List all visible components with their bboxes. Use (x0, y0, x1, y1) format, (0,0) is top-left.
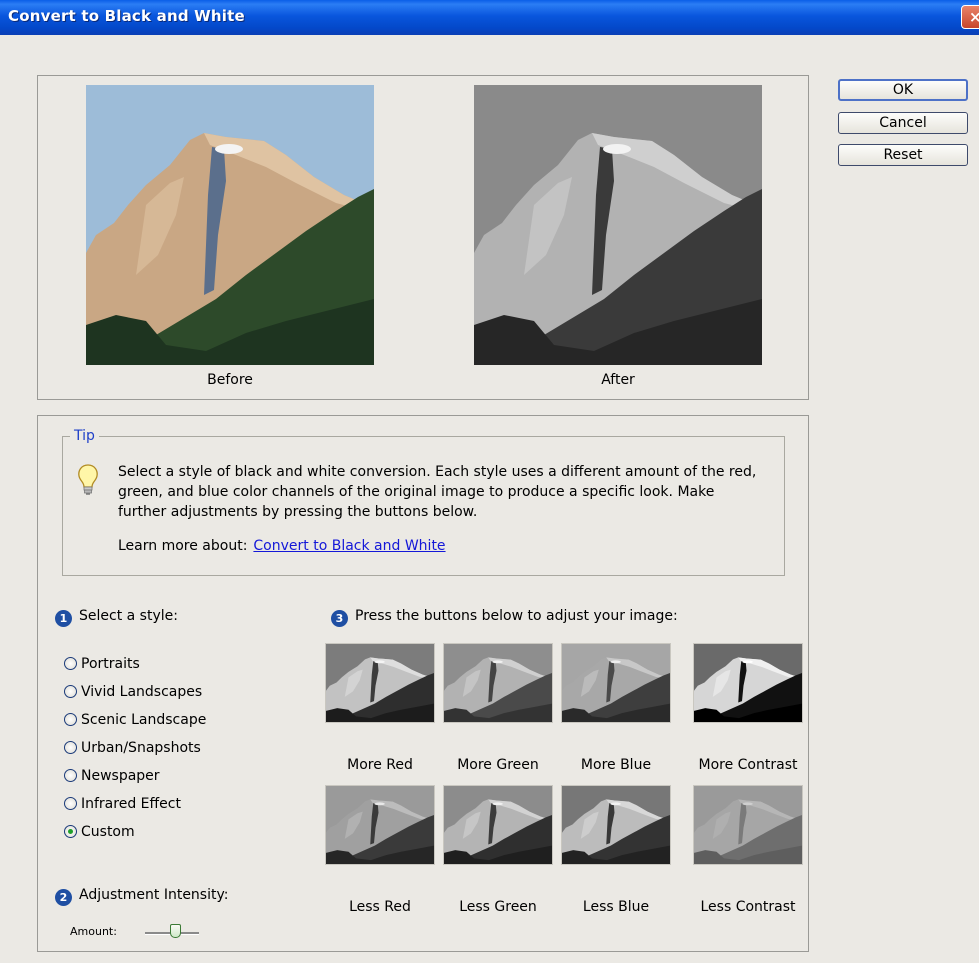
cancel-button[interactable]: Cancel (838, 112, 968, 134)
amount-label: Amount: (70, 925, 117, 938)
before-image (86, 85, 374, 365)
less-blue-button[interactable] (561, 785, 671, 865)
more-blue-button[interactable] (561, 643, 671, 723)
more-blue-label: More Blue (580, 757, 652, 773)
more-green-button[interactable] (443, 643, 553, 723)
radio-vivid-landscapes[interactable]: Vivid Landscapes (64, 682, 202, 702)
radio-icon[interactable] (64, 797, 77, 810)
radio-scenic-landscape[interactable]: Scenic Landscape (64, 710, 206, 730)
radio-infrared-effect[interactable]: Infrared Effect (64, 794, 181, 814)
close-icon[interactable]: × (961, 5, 979, 29)
step-3-icon: 3 (331, 610, 348, 627)
radio-label: Custom (81, 824, 135, 840)
radio-icon[interactable] (64, 657, 77, 670)
tip-text: Select a style of black and white conver… (118, 464, 757, 520)
radio-icon[interactable] (64, 685, 77, 698)
radio-icon[interactable] (64, 741, 77, 754)
window-title: Convert to Black and White (8, 7, 245, 25)
learn-more-link[interactable]: Convert to Black and White (253, 538, 445, 554)
radio-label: Newspaper (81, 768, 160, 784)
adjust-heading: 3 Press the buttons below to adjust your … (331, 608, 678, 627)
title-bar[interactable]: Convert to Black and White × (0, 0, 979, 35)
lightbulb-icon (78, 464, 98, 495)
radio-label: Portraits (81, 656, 140, 672)
step-1-icon: 1 (55, 610, 72, 627)
radio-newspaper[interactable]: Newspaper (64, 766, 160, 786)
less-green-label: Less Green (459, 899, 537, 915)
more-contrast-label: More Contrast (698, 757, 798, 773)
after-label: After (601, 372, 635, 388)
less-contrast-button[interactable] (693, 785, 803, 865)
more-red-button[interactable] (325, 643, 435, 723)
less-red-button[interactable] (325, 785, 435, 865)
radio-custom[interactable]: Custom (64, 822, 135, 842)
radio-label: Urban/Snapshots (81, 740, 201, 756)
after-image (474, 85, 762, 365)
radio-label: Infrared Effect (81, 796, 181, 812)
more-green-label: More Green (457, 757, 539, 773)
intensity-heading-text: Adjustment Intensity: (79, 887, 229, 903)
radio-portraits[interactable]: Portraits (64, 654, 140, 674)
before-label: Before (207, 372, 253, 388)
more-contrast-button[interactable] (693, 643, 803, 723)
radio-label: Scenic Landscape (81, 712, 207, 728)
style-heading: 1 Select a style: (55, 608, 178, 627)
less-green-button[interactable] (443, 785, 553, 865)
learn-more: Learn more about: Convert to Black and Wh… (118, 538, 446, 554)
less-red-label: Less Red (349, 899, 411, 915)
less-blue-label: Less Blue (582, 899, 650, 915)
less-contrast-label: Less Contrast (700, 899, 796, 915)
radio-selected-icon[interactable] (64, 825, 77, 838)
step-2-icon: 2 (55, 889, 72, 906)
learn-more-prefix: Learn more about: (118, 538, 248, 554)
ok-button[interactable]: OK (838, 79, 968, 101)
tip-legend: Tip (70, 428, 99, 444)
amount-slider-thumb[interactable] (170, 924, 181, 938)
intensity-heading: 2 Adjustment Intensity: (55, 887, 228, 906)
radio-icon[interactable] (64, 713, 77, 726)
more-red-label: More Red (347, 757, 413, 773)
radio-urban-snapshots[interactable]: Urban/Snapshots (64, 738, 201, 758)
convert-bw-dialog: Convert to Black and White × OK Cancel R… (0, 0, 979, 963)
reset-button[interactable]: Reset (838, 144, 968, 166)
adjust-heading-text: Press the buttons below to adjust your i… (355, 608, 678, 624)
radio-label: Vivid Landscapes (81, 684, 203, 700)
style-heading-text: Select a style: (79, 608, 178, 624)
radio-icon[interactable] (64, 769, 77, 782)
